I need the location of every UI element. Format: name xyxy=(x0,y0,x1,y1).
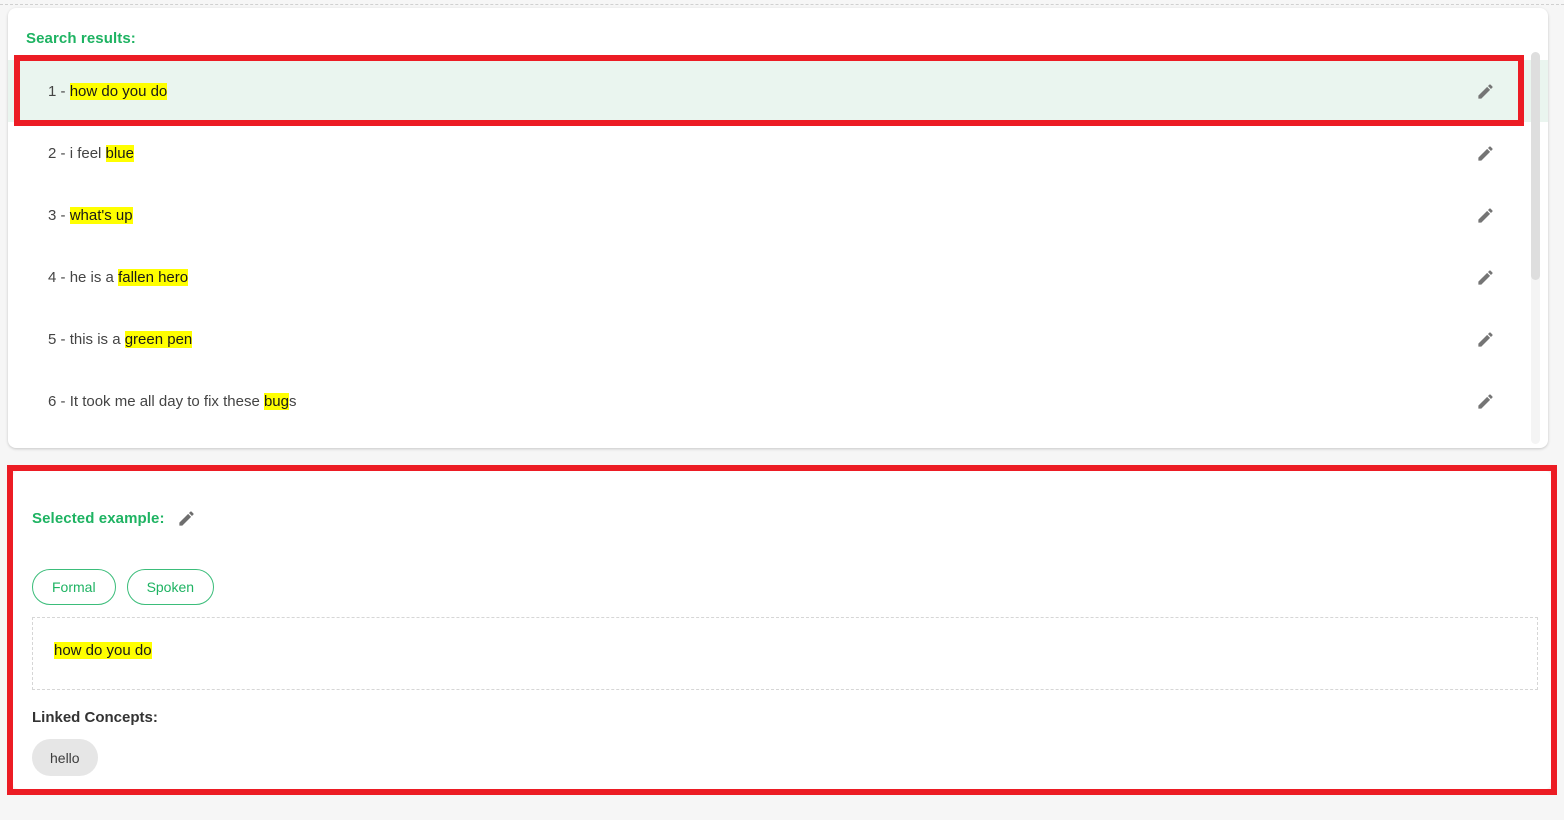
result-prefix: It took me all day to fix these xyxy=(69,392,264,410)
pencil-icon xyxy=(1476,206,1495,225)
result-prefix: this is a xyxy=(69,330,125,348)
search-results-card: Search results: 1 - how do you do 2 - i … xyxy=(8,8,1548,448)
pencil-icon xyxy=(1476,144,1495,163)
result-highlight: what's up xyxy=(69,206,133,224)
linked-concepts-title: Linked Concepts: xyxy=(32,709,158,726)
search-result-row[interactable]: 4 - he is a fallen hero xyxy=(8,246,1548,308)
app-root: Search results: 1 - how do you do 2 - i … xyxy=(0,0,1564,820)
search-result-row[interactable]: 1 - how do you do xyxy=(8,60,1548,122)
edit-result-button[interactable] xyxy=(1470,324,1500,354)
edit-result-button[interactable] xyxy=(1470,262,1500,292)
search-result-text: 1 - how do you do xyxy=(48,82,1470,100)
linked-concept-chip[interactable]: hello xyxy=(32,739,98,776)
example-tag-chip[interactable]: Formal xyxy=(32,569,116,605)
result-suffix: s xyxy=(288,392,297,410)
results-scrollbar-thumb[interactable] xyxy=(1531,52,1540,280)
result-highlight: fallen hero xyxy=(118,268,189,286)
search-result-text: 2 - i feel blue xyxy=(48,144,1470,162)
result-index: 4 - xyxy=(48,268,70,286)
result-highlight: bug xyxy=(263,392,289,410)
selected-example-header: Selected example: xyxy=(32,509,196,528)
search-result-text: 5 - this is a green pen xyxy=(48,330,1470,348)
linked-concepts-list: hello xyxy=(32,739,98,776)
results-scrollbar-track[interactable] xyxy=(1531,52,1540,444)
edit-result-button[interactable] xyxy=(1470,138,1500,168)
dashed-top-divider xyxy=(0,4,1564,5)
pencil-icon xyxy=(1476,268,1495,287)
result-highlight: how do you do xyxy=(69,82,168,100)
search-results-list[interactable]: 1 - how do you do 2 - i feel blue 3 - wh… xyxy=(8,60,1548,448)
result-index: 6 - xyxy=(48,392,70,410)
pencil-icon[interactable] xyxy=(177,509,196,528)
edit-result-button[interactable] xyxy=(1470,76,1500,106)
result-index: 2 - xyxy=(48,144,70,162)
result-index: 1 - xyxy=(48,82,70,100)
edit-result-button[interactable] xyxy=(1470,200,1500,230)
search-result-row[interactable]: 6 - It took me all day to fix these bugs xyxy=(8,370,1548,432)
search-result-text: 6 - It took me all day to fix these bugs xyxy=(48,392,1470,410)
selected-example-title: Selected example: xyxy=(32,510,165,527)
annotation-box-selected-example: Selected example: Formal Spoken how do y… xyxy=(7,465,1557,795)
selected-example-text: how do you do xyxy=(54,642,152,659)
selected-example-text-box[interactable]: how do you do xyxy=(32,617,1538,690)
pencil-icon xyxy=(1476,392,1495,411)
example-tag-list: Formal Spoken xyxy=(32,569,215,605)
pencil-icon xyxy=(1476,330,1495,349)
search-result-row[interactable]: 3 - what's up xyxy=(8,184,1548,246)
edit-result-button[interactable] xyxy=(1470,386,1500,416)
search-result-row[interactable]: 5 - this is a green pen xyxy=(8,308,1548,370)
search-result-row[interactable]: 2 - i feel blue xyxy=(8,122,1548,184)
search-result-text: 3 - what's up xyxy=(48,206,1470,224)
result-prefix: i feel xyxy=(69,144,106,162)
pencil-icon xyxy=(1476,82,1495,101)
result-index: 3 - xyxy=(48,206,70,224)
result-index: 5 - xyxy=(48,330,70,348)
example-tag-chip[interactable]: Spoken xyxy=(126,569,215,605)
search-results-title: Search results: xyxy=(26,30,136,47)
selected-example-card: Selected example: Formal Spoken how do y… xyxy=(13,471,1551,789)
search-result-text: 4 - he is a fallen hero xyxy=(48,268,1470,286)
result-highlight: blue xyxy=(105,144,134,162)
result-highlight: green pen xyxy=(124,330,193,348)
example-text-highlight: how do you do xyxy=(54,642,152,659)
result-prefix: he is a xyxy=(69,268,119,286)
